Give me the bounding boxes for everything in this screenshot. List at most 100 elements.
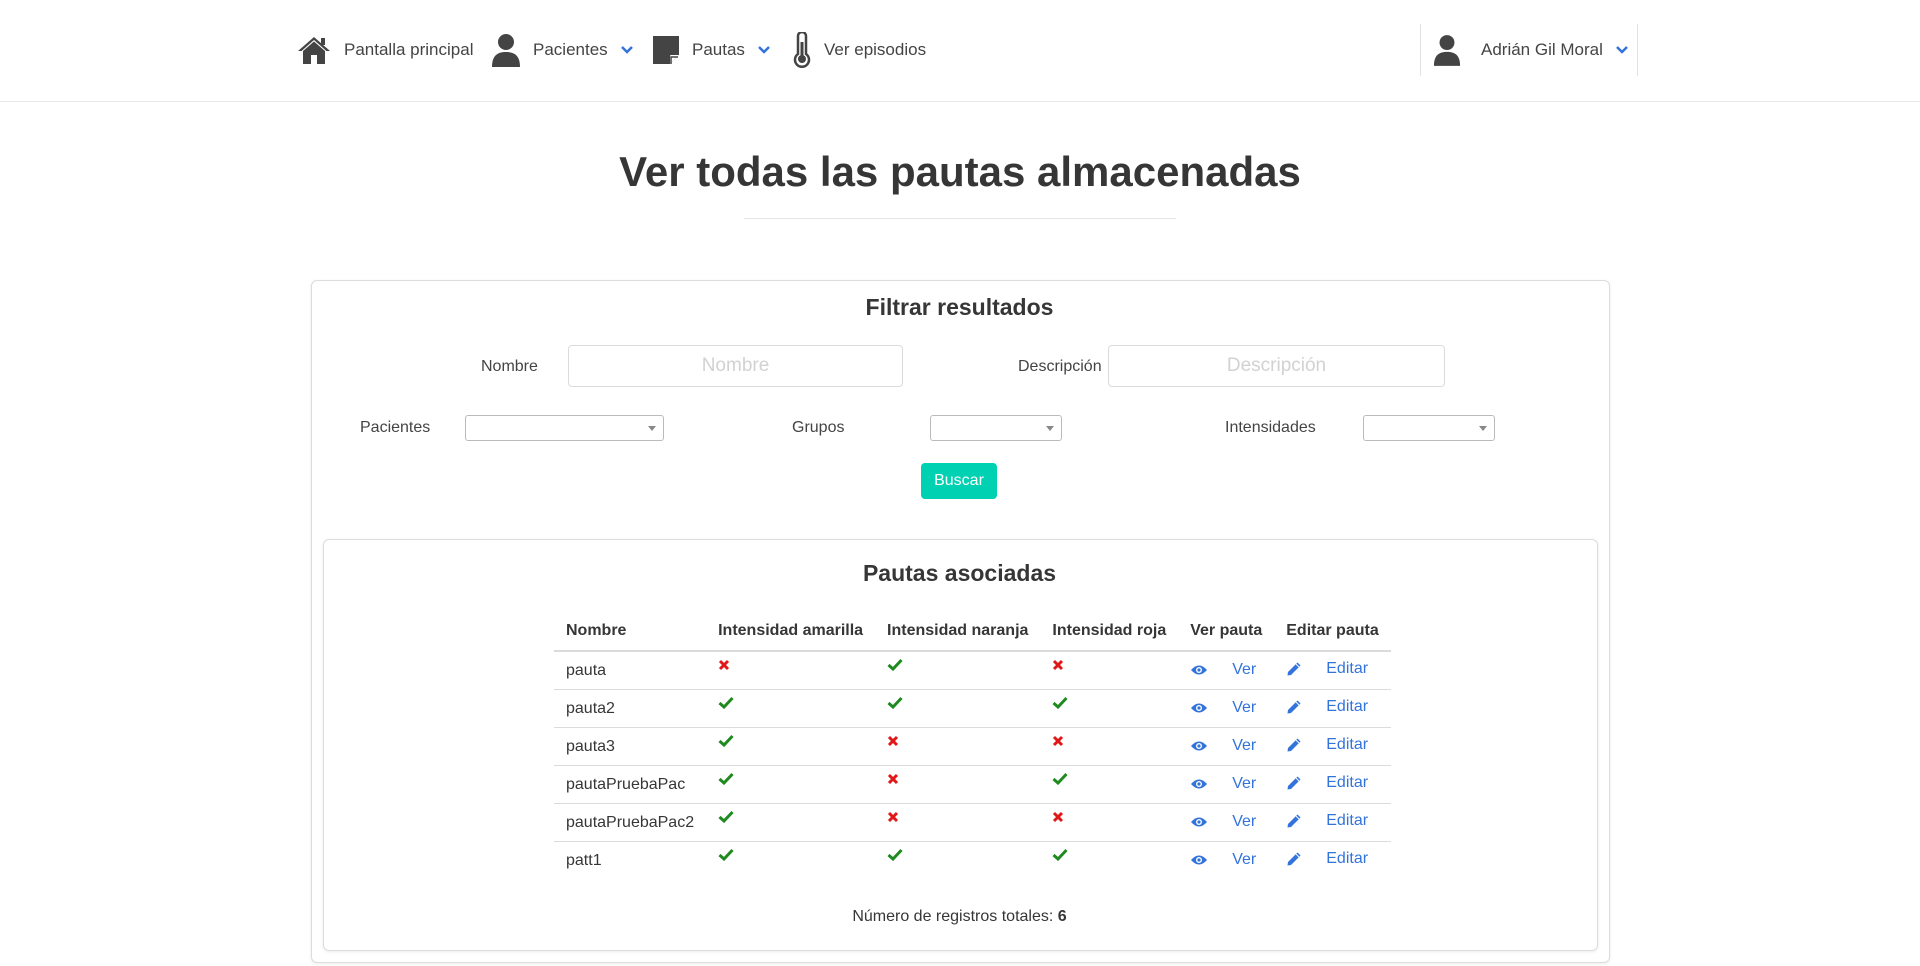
column-header: Editar pauta [1274,612,1391,652]
intensity-cell [875,689,1041,728]
user-menu[interactable]: Adrián Gil Moral [1420,24,1638,76]
nav-episodes[interactable]: Ver episodios [792,30,926,70]
intensity-cell [706,727,876,766]
edit-pauta-link[interactable]: Editar [1286,698,1368,716]
intensity-cell [1040,803,1179,842]
table-row: pautaPruebaPac Ver Editar [554,765,1391,804]
view-cell: Ver [1178,727,1275,766]
intensities-label: Intensidades [1225,419,1316,436]
eye-icon [1190,854,1220,866]
table-row: pauta3 Ver Editar [554,727,1391,766]
eye-icon [1190,778,1220,790]
edit-pauta-link[interactable]: Editar [1286,660,1368,678]
nav-patients-label: Pacientes [533,40,608,59]
edit-pauta-link[interactable]: Editar [1286,850,1368,868]
edit-pauta-link[interactable]: Editar [1286,774,1368,792]
edit-cell: Editar [1274,765,1391,804]
pauta-name: patt1 [566,851,602,869]
column-header: Intensidad roja [1040,612,1179,652]
page-title: Ver todas las pautas almacenadas [619,148,1301,195]
cross-icon [718,658,730,676]
eye-icon [1190,702,1220,714]
check-icon [887,658,903,676]
edit-pauta-link[interactable]: Editar [1286,736,1368,754]
edit-cell: Editar [1274,803,1391,842]
edit-link-label: Editar [1326,735,1369,753]
edit-cell: Editar [1274,842,1390,880]
cross-icon [1052,658,1064,676]
pencil-icon [1286,813,1314,829]
view-pauta-link[interactable]: Ver [1190,699,1256,717]
check-icon [887,848,903,866]
cross-icon [887,772,899,790]
intensity-cell [875,727,1041,766]
check-icon [887,696,903,714]
patients-select[interactable] [465,415,664,441]
intensities-select[interactable] [1363,415,1495,441]
dropdown-arrow-icon [1479,426,1487,431]
check-icon [718,734,734,752]
intensity-cell [1040,689,1179,728]
view-pauta-link[interactable]: Ver [1190,851,1256,869]
dropdown-arrow-icon [648,426,656,431]
dropdown-arrow-icon [1046,426,1054,431]
nav-home[interactable]: Pantalla principal [296,30,473,70]
cross-icon [1052,734,1064,752]
intensity-cell [706,689,876,728]
column-header: Ver pauta [1178,612,1275,652]
view-pauta-link[interactable]: Ver [1190,813,1256,831]
view-pauta-link[interactable]: Ver [1190,661,1256,679]
user-name: Adrián Gil Moral [1481,40,1603,59]
table-row: pauta Ver Editar [554,651,1391,690]
nav-patients[interactable]: Pacientes [491,30,634,70]
nav-guidelines-label: Pautas [692,40,745,59]
total-label: Número de registros totales: [852,908,1054,925]
column-header: Intensidad naranja [875,612,1041,652]
pauta-name: pautaPruebaPac [554,765,707,804]
column-header: Nombre [554,612,707,652]
description-label: Descripción [1018,358,1102,375]
name-input[interactable] [568,345,903,387]
view-pauta-link[interactable]: Ver [1190,737,1256,755]
edit-link-label: Editar [1326,697,1369,715]
view-cell: Ver [1178,689,1275,728]
view-pauta-link[interactable]: Ver [1190,775,1256,793]
groups-select[interactable] [930,415,1062,441]
edit-pauta-link[interactable]: Editar [1286,812,1368,830]
eye-icon [1190,664,1220,676]
eye-icon [1190,816,1220,828]
nav-guidelines[interactable]: Pautas [652,30,771,70]
pencil-icon [1286,737,1314,753]
pauta-name: pauta3 [554,727,707,766]
intensity-cell [1040,651,1179,690]
groups-label: Grupos [792,419,845,436]
name-label: Nombre [481,358,538,375]
edit-cell: Editar [1274,651,1391,690]
edit-cell: Editar [1274,689,1391,728]
pencil-icon [1286,661,1314,677]
results-title: Pautas asociadas [862,560,1057,586]
guidelines-table: Nombre Intensidad amarilla Intensidad na… [554,612,1391,879]
check-icon [718,696,734,714]
filter-title: Filtrar resultados [865,294,1054,320]
view-link-label: Ver [1232,698,1257,716]
intensity-cell [706,765,876,804]
intensity-cell [706,803,876,842]
title-divider [744,218,1176,219]
view-link-label: Ver [1232,850,1257,868]
view-link-label: Ver [1232,736,1257,754]
pencil-icon [1286,699,1314,715]
edit-link-label: Editar [1326,849,1369,867]
nav-home-label: Pantalla principal [344,40,474,59]
cross-icon [887,734,899,752]
view-link-label: Ver [1232,660,1257,678]
eye-icon [1190,740,1220,752]
chevron-down-icon [620,46,633,54]
edit-cell: Editar [1274,727,1391,766]
intensity-cell [875,803,1041,842]
chevron-down-icon [758,46,770,54]
column-header: Intensidad amarilla [706,612,876,652]
description-input[interactable] [1108,345,1445,387]
search-button[interactable]: Buscar [921,463,997,499]
total-records: Número de registros totales: 6 [323,908,1596,926]
